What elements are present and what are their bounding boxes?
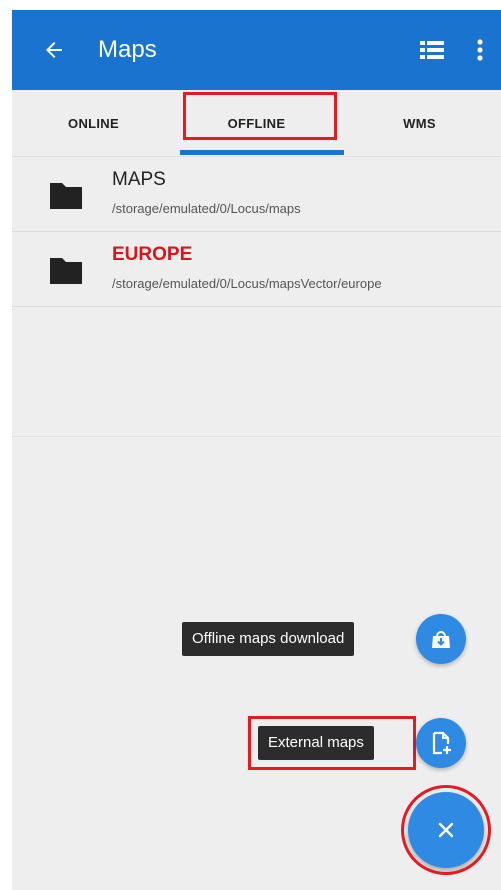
- download-map-icon: [432, 631, 450, 648]
- external-maps-label[interactable]: External maps: [258, 726, 374, 760]
- back-button[interactable]: [34, 30, 74, 70]
- list-view-button[interactable]: [412, 30, 452, 70]
- tab-bar: ONLINE OFFLINE WMS: [12, 90, 501, 157]
- close-icon: [438, 822, 454, 838]
- folder-list-item[interactable]: MAPS /storage/emulated/0/Locus/maps: [12, 157, 501, 232]
- folder-icon: [50, 258, 82, 284]
- tab-offline[interactable]: OFFLINE: [175, 90, 338, 156]
- list-divider: [12, 436, 501, 437]
- maps-screen: Maps ONLINE OFFLINE WMS MAPS /storage/em…: [12, 10, 501, 890]
- app-bar: Maps: [12, 10, 501, 90]
- more-options-button[interactable]: [466, 30, 494, 70]
- folder-path: /storage/emulated/0/Locus/maps: [112, 201, 301, 216]
- folder-list-item[interactable]: EUROPE /storage/emulated/0/Locus/mapsVec…: [12, 232, 501, 307]
- external-maps-button[interactable]: [416, 718, 466, 768]
- folder-name: MAPS: [112, 169, 166, 190]
- tab-online[interactable]: ONLINE: [12, 90, 175, 156]
- add-file-icon: [432, 731, 451, 755]
- folder-name: EUROPE: [112, 244, 193, 265]
- arrow-left-icon: [46, 42, 62, 58]
- offline-maps-download-button[interactable]: [416, 614, 466, 664]
- tab-selected-indicator: [180, 150, 344, 155]
- tab-wms[interactable]: WMS: [338, 90, 501, 156]
- offline-maps-download-label[interactable]: Offline maps download: [182, 622, 355, 656]
- folder-path: /storage/emulated/0/Locus/mapsVector/eur…: [112, 276, 382, 291]
- page-title: Maps: [98, 36, 157, 63]
- more-vertical-icon: [477, 39, 483, 61]
- close-fab-button[interactable]: [408, 792, 484, 868]
- folder-icon: [50, 183, 82, 209]
- list-view-icon: [420, 41, 444, 59]
